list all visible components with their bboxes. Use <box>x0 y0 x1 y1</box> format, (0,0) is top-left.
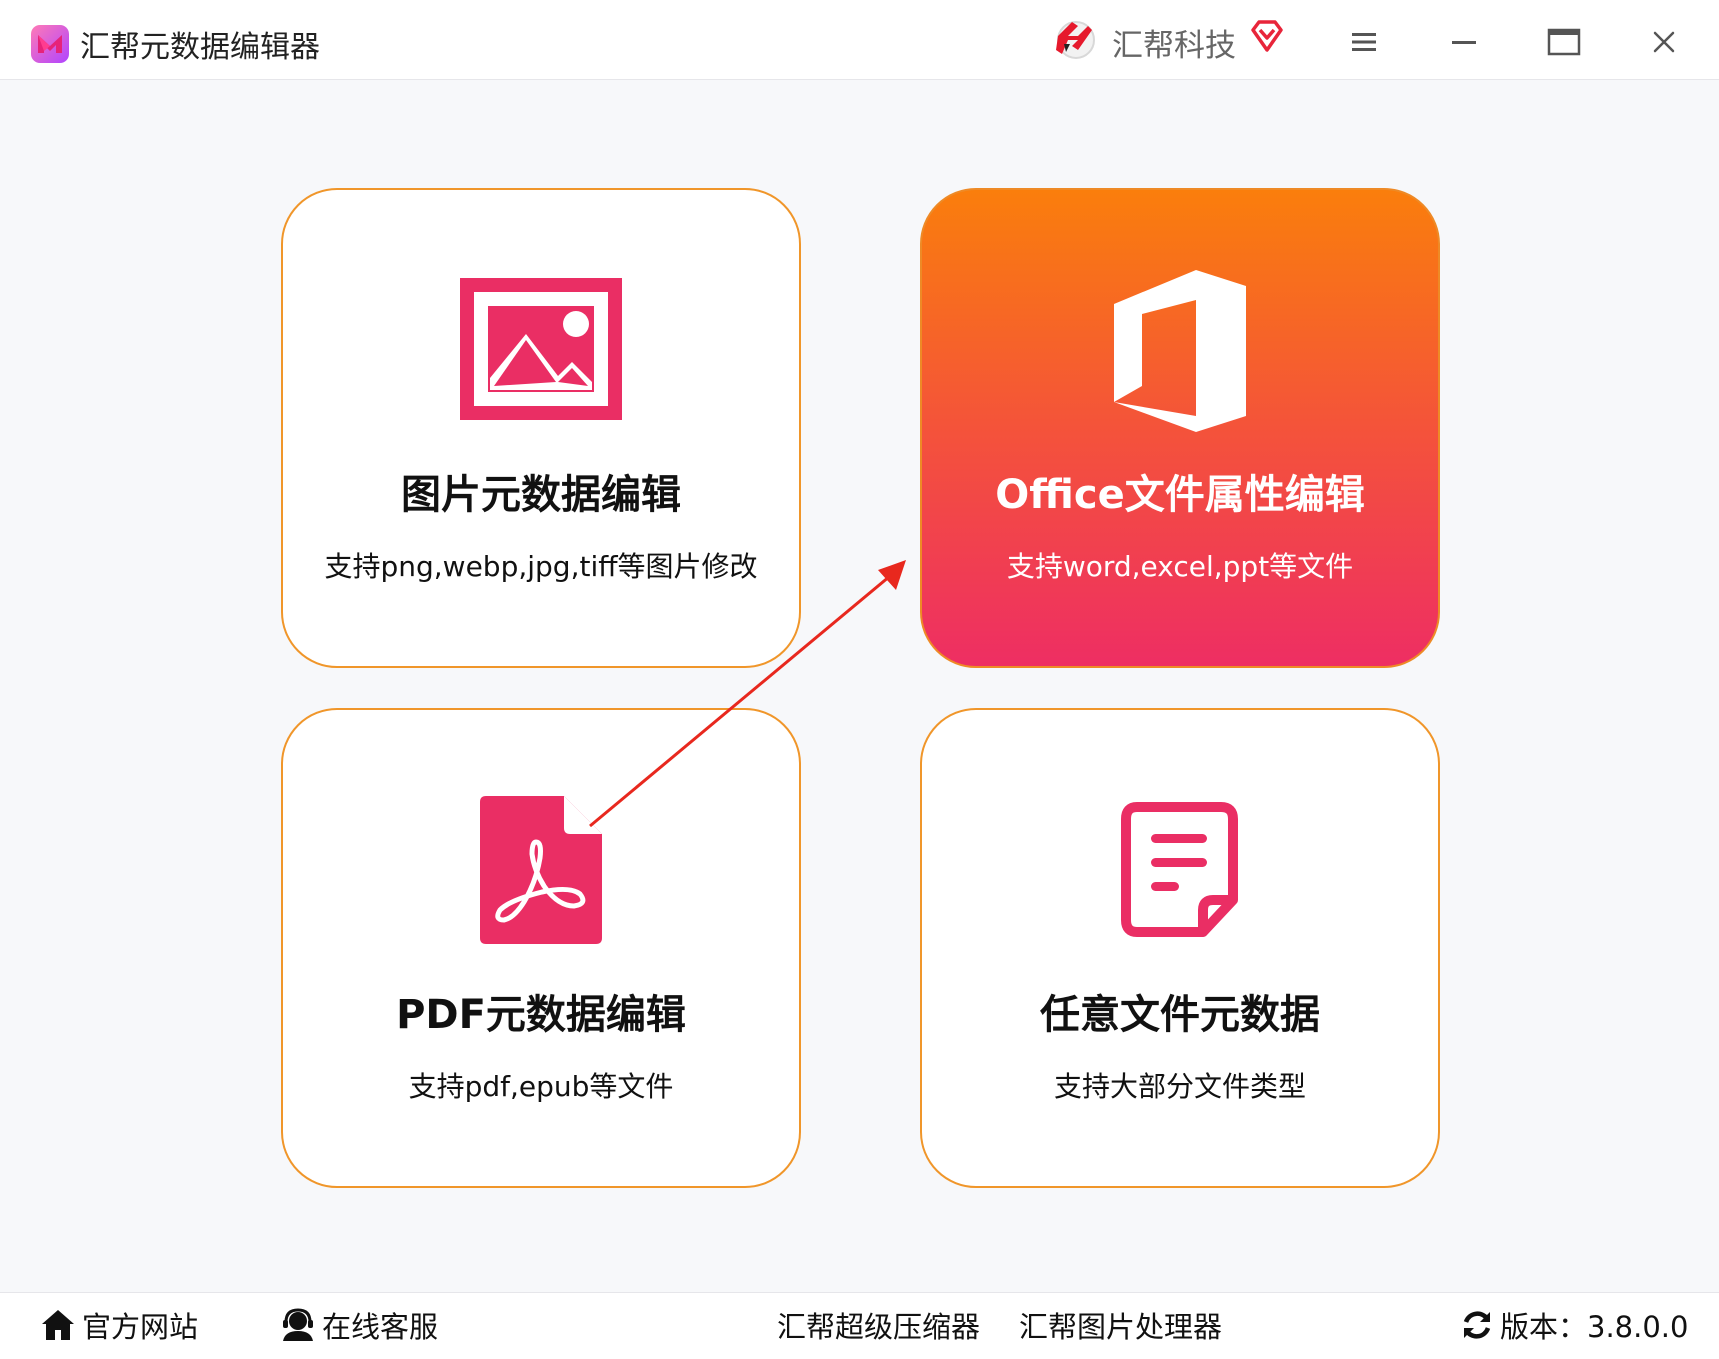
menu-button[interactable] <box>1342 20 1386 64</box>
close-icon <box>1653 31 1675 53</box>
card-description: 支持word,excel,ppt等文件 <box>1006 550 1354 583</box>
title-bar: 汇帮元数据编辑器 汇帮科技 <box>0 0 1719 80</box>
version-label: 版本：3.8.0.0 <box>1500 1310 1689 1344</box>
card-description: 支持png,webp,jpg,tiff等图片修改 <box>324 550 758 583</box>
official-website-label: 官方网站 <box>82 1310 199 1344</box>
card-title: 任意文件元数据 <box>1040 992 1320 1038</box>
official-website-link[interactable]: 官方网站 <box>40 1303 198 1347</box>
version-info[interactable]: 版本：3.8.0.0 <box>1460 1303 1688 1347</box>
card-image-metadata[interactable]: 图片元数据编辑 支持png,webp,jpg,tiff等图片修改 <box>281 188 801 668</box>
office-icon <box>1114 270 1246 432</box>
brand-logo-icon <box>1056 21 1095 59</box>
image-processor-link[interactable]: 汇帮图片处理器 <box>1019 1303 1222 1347</box>
app-logo-icon <box>31 25 69 63</box>
compressor-link[interactable]: 汇帮超级压缩器 <box>777 1303 980 1347</box>
minimize-icon <box>1452 41 1476 44</box>
brand-name: 汇帮科技 <box>1112 28 1236 64</box>
card-title: 图片元数据编辑 <box>401 472 681 518</box>
card-pdf-metadata[interactable]: PDF元数据编辑 支持pdf,epub等文件 <box>281 708 801 1188</box>
card-title: PDF元数据编辑 <box>396 992 686 1038</box>
vip-diamond-icon[interactable] <box>1249 18 1285 54</box>
card-office-properties[interactable]: Office文件属性编辑 支持word,excel,ppt等文件 <box>920 188 1440 668</box>
refresh-icon <box>1463 1311 1491 1339</box>
maximize-icon <box>1547 28 1581 56</box>
card-any-file-metadata[interactable]: 任意文件元数据 支持大部分文件类型 <box>920 708 1440 1188</box>
app-title: 汇帮元数据编辑器 <box>80 30 320 65</box>
bottom-bar: 官方网站 在线客服 汇帮超级压缩器 汇帮图片处理器 版本：3.8.0.0 <box>0 1292 1719 1359</box>
close-button[interactable] <box>1642 20 1686 64</box>
card-description: 支持pdf,epub等文件 <box>408 1070 674 1103</box>
pdf-icon <box>480 796 602 944</box>
image-icon <box>460 278 622 420</box>
annotation-arrow <box>589 560 906 828</box>
maximize-button[interactable] <box>1542 20 1586 64</box>
document-icon <box>1121 802 1238 937</box>
online-support-label: 在线客服 <box>322 1310 439 1344</box>
support-icon <box>283 1308 313 1341</box>
minimize-button[interactable] <box>1442 20 1486 64</box>
menu-icon <box>1352 33 1376 51</box>
online-support-link[interactable]: 在线客服 <box>280 1303 438 1347</box>
home-icon <box>42 1310 74 1340</box>
card-description: 支持大部分文件类型 <box>1053 1070 1306 1103</box>
card-title: Office文件属性编辑 <box>995 472 1365 518</box>
